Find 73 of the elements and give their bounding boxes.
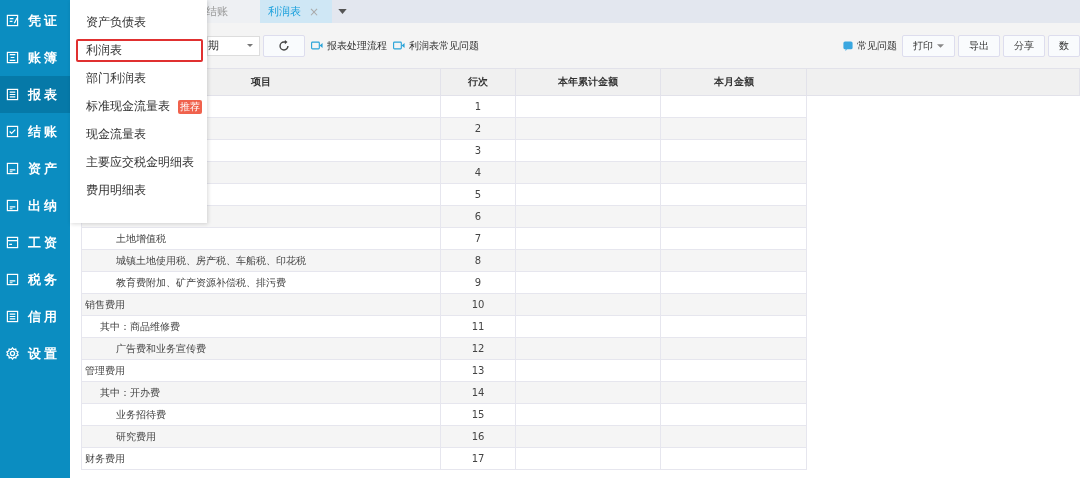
sidebar-item[interactable]: 税务 (0, 261, 70, 298)
table-cell: 广告费和业务宣传费 (116, 342, 206, 354)
caret-icon[interactable] (338, 9, 347, 14)
table-cell: 15 (471, 409, 485, 420)
table-cell: 其中：开办费 (100, 386, 160, 398)
table-cell: 财务费用 (85, 452, 125, 464)
sidebar-item[interactable]: 账簿 (0, 39, 70, 76)
sidebar-item[interactable]: 报表 (0, 76, 70, 113)
refresh-icon (277, 38, 291, 53)
document-icon (6, 310, 19, 323)
document-icon (6, 125, 19, 138)
help-link[interactable]: 利润表常见问题 (409, 38, 479, 53)
help-link[interactable]: 报表处理流程 (327, 38, 387, 53)
table-cell: 2 (474, 123, 482, 134)
menu-item[interactable]: 费用明细表 (76, 179, 203, 202)
document-icon (6, 88, 19, 101)
print-button[interactable]: 打印 (902, 34, 955, 57)
document-icon (6, 162, 19, 175)
table-cell: 管理费用 (85, 364, 125, 376)
video-camera-icon (311, 41, 323, 50)
table-cell: 7 (474, 233, 482, 244)
table-cell: 6 (474, 211, 482, 222)
caret-icon (247, 44, 253, 47)
table-cell: 8 (474, 255, 482, 266)
sidebar-item[interactable]: 设置 (0, 335, 70, 372)
toolbar-button[interactable]: 数 (1048, 34, 1080, 57)
settings-icon (6, 347, 19, 360)
video-camera-icon (393, 41, 405, 50)
table-cell: 土地增值税 (116, 232, 166, 244)
column-header: 行次 (440, 68, 516, 96)
table-cell: 13 (471, 365, 485, 376)
sidebar-item[interactable]: 结账 (0, 113, 70, 150)
sidebar-item[interactable]: 工资 (0, 224, 70, 261)
toolbar-button[interactable]: 导出 (958, 34, 1000, 57)
table-cell: 12 (471, 343, 485, 354)
menu-item[interactable]: 标准现金流量表 推荐 (76, 95, 203, 118)
sidebar-item[interactable]: 信用 (0, 298, 70, 335)
document-icon (6, 199, 19, 212)
table-cell: 10 (471, 299, 485, 310)
recommend-badge: 推荐 (178, 99, 202, 114)
table-cell: 销售费用 (85, 298, 125, 310)
document-icon (6, 14, 19, 27)
table-cell: 4 (474, 167, 482, 178)
sidebar-item[interactable]: 资产 (0, 150, 70, 187)
document-icon (6, 273, 19, 286)
document-icon (6, 51, 19, 64)
table-cell: 16 (471, 431, 485, 442)
caret-icon (937, 43, 944, 48)
menu-item[interactable]: 利润表 (76, 39, 203, 62)
column-header: 本月金额 (660, 68, 807, 96)
table-cell: 3 (474, 145, 482, 156)
table-cell: 9 (474, 277, 482, 288)
table-cell: 城镇土地使用税、房产税、车船税、印花税 (116, 254, 306, 266)
document-icon (6, 236, 19, 249)
sidebar-item[interactable]: 凭证 (0, 2, 70, 39)
table-cell: 其中：商品维修费 (100, 320, 180, 332)
refresh-button[interactable] (263, 34, 305, 57)
table-cell: 14 (471, 387, 485, 398)
period-select[interactable]: 期 (207, 35, 260, 56)
table-cell: 17 (471, 453, 485, 464)
table-cell: 业务招待费 (116, 408, 166, 420)
toolbar-button[interactable]: 分享 (1003, 34, 1045, 57)
column-header: 本年累计金额 (515, 68, 661, 96)
faq-link[interactable]: 常见问题 (857, 38, 897, 53)
table-cell: 教育费附加、矿产资源补偿税、排污费 (116, 276, 286, 288)
sidebar-item[interactable]: 出纳 (0, 187, 70, 224)
table-cell: 研究费用 (116, 430, 156, 442)
table-cell: 11 (471, 321, 485, 332)
menu-item[interactable]: 现金流量表 (76, 123, 203, 146)
table-cell: 5 (474, 189, 482, 200)
chat-bubble-icon (843, 40, 853, 51)
table-cell: 1 (474, 101, 482, 112)
menu-item[interactable]: 主要应交税金明细表 (76, 151, 203, 174)
